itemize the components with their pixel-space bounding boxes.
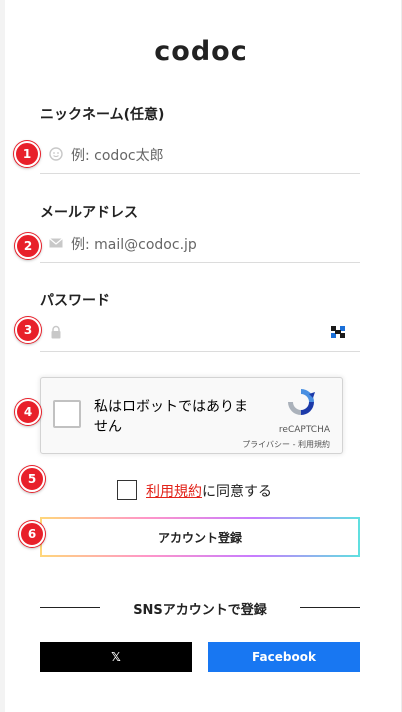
x-signup-button[interactable]: 𝕏 (40, 642, 192, 672)
annotation-badge-4: 4 (15, 399, 41, 425)
terms-link[interactable]: 利用規約 (146, 484, 202, 500)
password-label: パスワード (40, 293, 110, 309)
terms-rest-text: に同意する (202, 484, 272, 500)
annotation-badge-5: 5 (19, 466, 45, 492)
envelope-icon (49, 238, 63, 248)
password-field[interactable] (40, 312, 360, 352)
password-visibility-icon[interactable] (330, 324, 346, 340)
lock-icon (51, 325, 61, 339)
sns-heading: SNSアカウントで登録 (133, 603, 267, 618)
recaptcha-links[interactable]: プライバシー - 利用規約 (242, 439, 330, 450)
annotation-badge-6: 6 (19, 521, 45, 547)
user-face-icon (49, 147, 63, 161)
nickname-field[interactable]: 例: codoc太郎 (40, 134, 360, 174)
facebook-signup-button[interactable]: Facebook (208, 642, 360, 672)
x-logo-icon: 𝕏 (111, 650, 121, 664)
left-edge-strip (0, 0, 5, 712)
register-button[interactable]: アカウント登録 (40, 517, 360, 557)
recaptcha-widget: 私はロボットではありません reCAPTCHA プライバシー - 利用規約 (40, 377, 343, 454)
signup-page: codoc ニックネーム(任意) 例: codoc太郎 メールアドレス 例: m… (0, 0, 402, 712)
email-field[interactable]: 例: mail@codoc.jp (40, 223, 360, 263)
recaptcha-checkbox[interactable] (53, 400, 81, 428)
recaptcha-logo-icon (288, 389, 315, 415)
recaptcha-label: 私はロボットではありません (94, 399, 248, 435)
email-label: メールアドレス (40, 205, 138, 221)
divider-line-right (300, 607, 360, 608)
sns-divider: SNSアカウントで登録 (40, 599, 360, 618)
recaptcha-brand: reCAPTCHA (278, 425, 330, 435)
terms-checkbox[interactable] (117, 480, 137, 500)
facebook-button-label: Facebook (252, 650, 316, 664)
codoc-logo: codoc (154, 36, 248, 67)
email-input[interactable]: 例: mail@codoc.jp (71, 234, 197, 254)
annotation-badge-3: 3 (15, 317, 41, 343)
annotation-badge-2: 2 (15, 233, 41, 259)
annotation-badge-1: 1 (14, 141, 40, 167)
nickname-input[interactable]: 例: codoc太郎 (71, 145, 164, 165)
terms-text: 利用規約に同意する (146, 481, 272, 501)
register-button-label: アカウント登録 (42, 519, 358, 555)
nickname-label: ニックネーム(任意) (40, 107, 165, 123)
